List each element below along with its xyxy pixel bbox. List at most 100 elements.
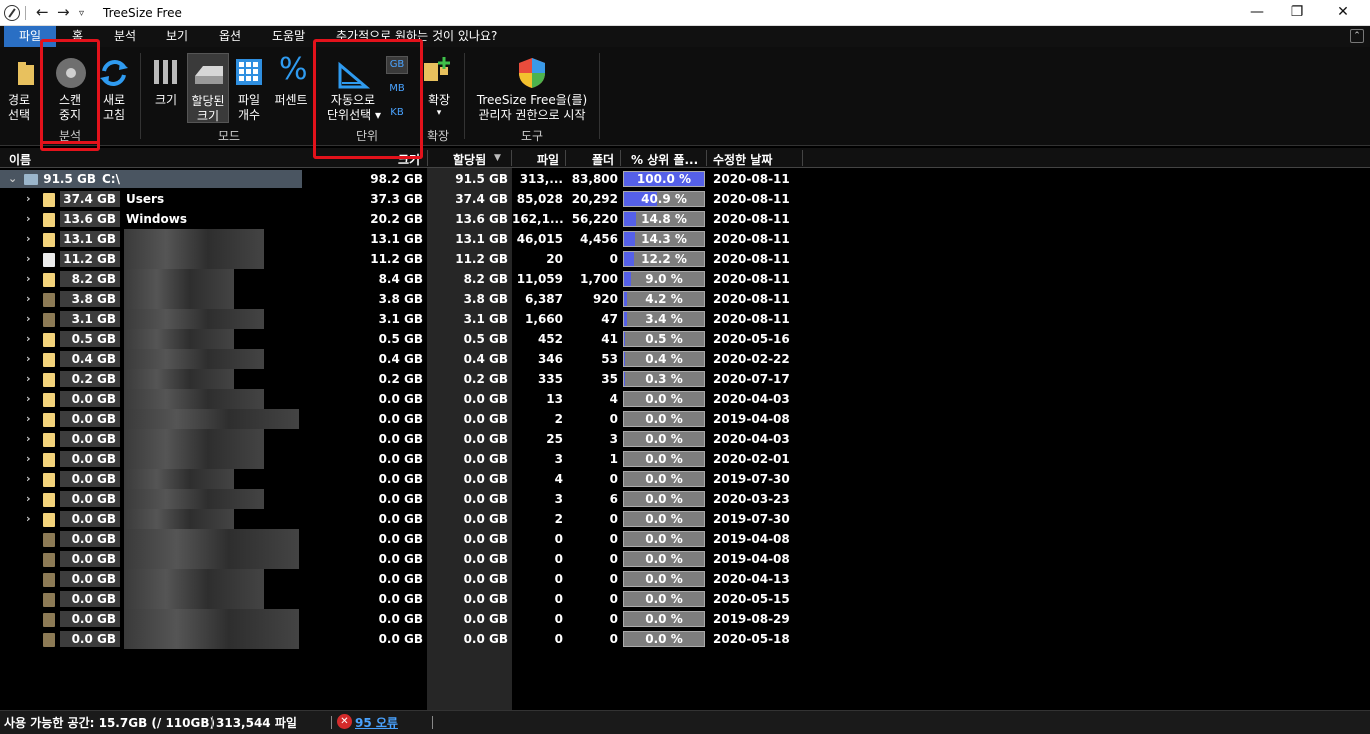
tree-row[interactable]: 0.0 GB 0.0 GB 0.0 GB 0 0 0.0 % 2019-08-29 bbox=[0, 609, 802, 629]
name-cell[interactable]: › 0.0 GB bbox=[0, 389, 302, 409]
tree-row[interactable]: 0.0 GB 0.0 GB 0.0 GB 0 0 0.0 % 2019-04-08 bbox=[0, 529, 802, 549]
expand-chevron-icon[interactable]: › bbox=[26, 312, 36, 326]
name-cell[interactable]: › 0.0 GB bbox=[0, 509, 302, 529]
tree-row[interactable]: › 0.0 GB 0.0 GB 0.0 GB 3 6 0.0 % 2020-03-23 bbox=[0, 489, 802, 509]
expand-chevron-icon[interactable]: › bbox=[26, 352, 36, 366]
name-cell[interactable]: 0.0 GB bbox=[0, 569, 302, 589]
col-files[interactable]: 파일 bbox=[537, 151, 559, 168]
tree-row[interactable]: › 0.0 GB 0.0 GB 0.0 GB 25 3 0.0 % 2020-04-03 bbox=[0, 429, 802, 449]
tree-row[interactable]: › 11.2 GB 11.2 GB 11.2 GB 20 0 12.2 % 2020-08-1… bbox=[0, 249, 802, 269]
expand-chevron-icon[interactable]: › bbox=[26, 432, 36, 446]
close-button[interactable]: ✕ bbox=[1320, 0, 1366, 26]
mode-file-count-button[interactable]: 파일 개수 bbox=[232, 55, 266, 127]
expand-chevron-icon[interactable]: › bbox=[26, 192, 36, 206]
back-arrow-icon[interactable]: ← bbox=[36, 3, 49, 21]
tab-help[interactable]: 도움말 bbox=[264, 26, 313, 47]
expand-chevron-icon[interactable] bbox=[26, 612, 36, 626]
name-cell[interactable]: › 11.2 GB bbox=[0, 249, 302, 269]
name-cell[interactable]: › 0.0 GB bbox=[0, 469, 302, 489]
restore-button[interactable]: ❐ bbox=[1274, 0, 1320, 26]
expand-chevron-icon[interactable]: › bbox=[26, 392, 36, 406]
expand-chevron-icon[interactable]: › bbox=[26, 492, 36, 506]
folder-tree[interactable]: ⌄ 91.5 GB C:\ 98.2 GB 91.5 GB 313,... 83,800 10… bbox=[0, 168, 1366, 710]
tree-root-row[interactable]: ⌄ 91.5 GB C:\ 98.2 GB 91.5 GB 313,... 83,800 10… bbox=[0, 169, 802, 189]
expand-chevron-icon[interactable]: › bbox=[26, 372, 36, 386]
errors-link[interactable]: 95 오류 bbox=[355, 714, 398, 731]
expand-chevron-icon[interactable] bbox=[26, 532, 36, 546]
name-cell[interactable]: 0.0 GB bbox=[0, 549, 302, 569]
name-cell[interactable]: › 13.6 GB Windows bbox=[0, 210, 302, 228]
col-allocated[interactable]: 할당됨 bbox=[453, 151, 486, 168]
col-modified[interactable]: 수정한 날짜 bbox=[713, 151, 772, 168]
name-cell[interactable]: › 0.0 GB bbox=[0, 489, 302, 509]
expand-chevron-icon[interactable]: › bbox=[26, 212, 36, 226]
name-cell[interactable]: ⌄ 91.5 GB C:\ bbox=[0, 170, 302, 188]
expand-chevron-icon[interactable] bbox=[26, 572, 36, 586]
tree-row[interactable]: › 13.6 GB Windows 20.2 GB 13.6 GB 162,1... 56,… bbox=[0, 209, 802, 229]
tree-row[interactable]: 0.0 GB 0.0 GB 0.0 GB 0 0 0.0 % 2020-04-13 bbox=[0, 569, 802, 589]
name-cell[interactable]: › 13.1 GB bbox=[0, 229, 302, 249]
tree-row[interactable]: › 0.5 GB 0.5 GB 0.5 GB 452 41 0.5 % 2020-05-16 bbox=[0, 329, 802, 349]
mode-size-button[interactable]: 크기 bbox=[148, 55, 184, 127]
name-cell[interactable]: › 8.2 GB bbox=[0, 269, 302, 289]
tree-row[interactable]: › 3.1 GB 3.1 GB 3.1 GB 1,660 47 3.4 % 2020-08-1… bbox=[0, 309, 802, 329]
name-cell[interactable]: 0.0 GB bbox=[0, 529, 302, 549]
tree-row[interactable]: › 13.1 GB 13.1 GB 13.1 GB 46,015 4,456 14.3 % 2… bbox=[0, 229, 802, 249]
tree-row[interactable]: › 3.8 GB 3.8 GB 3.8 GB 6,387 920 4.2 % 2020-08-… bbox=[0, 289, 802, 309]
col-percent[interactable]: % 상위 폴... bbox=[631, 151, 698, 168]
refresh-button[interactable]: 새로 고침 bbox=[96, 55, 132, 127]
tree-row[interactable]: 0.0 GB 0.0 GB 0.0 GB 0 0 0.0 % 2019-04-08 bbox=[0, 549, 802, 569]
tree-row[interactable]: › 0.0 GB 0.0 GB 0.0 GB 2 0 0.0 % 2019-04-08 bbox=[0, 409, 802, 429]
name-cell[interactable]: › 0.4 GB bbox=[0, 349, 302, 369]
tree-row[interactable]: 0.0 GB 0.0 GB 0.0 GB 0 0 0.0 % 2020-05-18 bbox=[0, 629, 802, 649]
name-cell[interactable]: › 0.0 GB bbox=[0, 409, 302, 429]
expand-chevron-icon[interactable] bbox=[26, 632, 36, 646]
run-as-admin-button[interactable]: TreeSize Free을(를) 관리자 권한으로 시작 bbox=[470, 55, 594, 127]
expand-chevron-icon[interactable]: › bbox=[26, 452, 36, 466]
tree-row[interactable]: › 37.4 GB Users 37.3 GB 37.4 GB 85,028 20,292 4… bbox=[0, 189, 802, 209]
name-cell[interactable]: › 3.1 GB bbox=[0, 309, 302, 329]
quick-access-dropdown-icon[interactable]: ▿ bbox=[79, 8, 84, 19]
name-cell[interactable]: › 37.4 GB Users bbox=[0, 190, 302, 208]
ribbon-collapse-icon[interactable]: ⌃ bbox=[1350, 29, 1364, 43]
mode-allocated-button[interactable]: 할당된 크기 bbox=[187, 53, 229, 123]
app-icon[interactable] bbox=[4, 5, 20, 21]
expand-chevron-icon[interactable]: › bbox=[26, 332, 36, 346]
expand-chevron-icon[interactable]: › bbox=[26, 252, 36, 266]
name-cell[interactable]: 0.0 GB bbox=[0, 629, 302, 649]
forward-arrow-icon[interactable]: → bbox=[57, 3, 70, 21]
expand-chevron-icon[interactable]: › bbox=[26, 512, 36, 526]
path-select-button[interactable]: 경로 선택 bbox=[8, 55, 40, 127]
name-cell[interactable]: › 0.0 GB bbox=[0, 429, 302, 449]
tree-row[interactable]: › 8.2 GB 8.4 GB 8.2 GB 11,059 1,700 9.0 % 2020-… bbox=[0, 269, 802, 289]
expand-button[interactable]: 확장 ▾ bbox=[424, 55, 454, 127]
mode-percent-button[interactable]: % 퍼센트 bbox=[270, 53, 312, 127]
tab-view[interactable]: 보기 bbox=[158, 26, 196, 47]
tab-analysis[interactable]: 분석 bbox=[106, 26, 144, 47]
tree-row[interactable]: › 0.4 GB 0.4 GB 0.4 GB 346 53 0.4 % 2020-02-22 bbox=[0, 349, 802, 369]
col-name[interactable]: 이름 bbox=[9, 151, 31, 168]
expand-chevron-icon[interactable]: › bbox=[26, 412, 36, 426]
tab-options[interactable]: 옵션 bbox=[211, 26, 249, 47]
collapse-chevron-icon[interactable]: ⌄ bbox=[8, 172, 18, 186]
tree-row[interactable]: › 0.0 GB 0.0 GB 0.0 GB 13 4 0.0 % 2020-04-03 bbox=[0, 389, 802, 409]
folder-icon bbox=[43, 293, 55, 307]
name-cell[interactable]: › 0.5 GB bbox=[0, 329, 302, 349]
name-cell[interactable]: 0.0 GB bbox=[0, 589, 302, 609]
col-folders[interactable]: 폴더 bbox=[592, 151, 614, 168]
tree-row[interactable]: › 0.0 GB 0.0 GB 0.0 GB 4 0 0.0 % 2019-07-30 bbox=[0, 469, 802, 489]
expand-chevron-icon[interactable]: › bbox=[26, 272, 36, 286]
tree-row[interactable]: › 0.2 GB 0.2 GB 0.2 GB 335 35 0.3 % 2020-07-17 bbox=[0, 369, 802, 389]
tree-row[interactable]: › 0.0 GB 0.0 GB 0.0 GB 2 0 0.0 % 2019-07-30 bbox=[0, 509, 802, 529]
expand-chevron-icon[interactable]: › bbox=[26, 292, 36, 306]
name-cell[interactable]: › 0.2 GB bbox=[0, 369, 302, 389]
name-cell[interactable]: › 3.8 GB bbox=[0, 289, 302, 309]
expand-chevron-icon[interactable] bbox=[26, 592, 36, 606]
expand-chevron-icon[interactable] bbox=[26, 552, 36, 566]
expand-chevron-icon[interactable]: › bbox=[26, 232, 36, 246]
name-cell[interactable]: › 0.0 GB bbox=[0, 449, 302, 469]
expand-chevron-icon[interactable]: › bbox=[26, 472, 36, 486]
tree-row[interactable]: 0.0 GB 0.0 GB 0.0 GB 0 0 0.0 % 2020-05-15 bbox=[0, 589, 802, 609]
tree-row[interactable]: › 0.0 GB 0.0 GB 0.0 GB 3 1 0.0 % 2020-02-01 bbox=[0, 449, 802, 469]
name-cell[interactable]: 0.0 GB bbox=[0, 609, 302, 629]
